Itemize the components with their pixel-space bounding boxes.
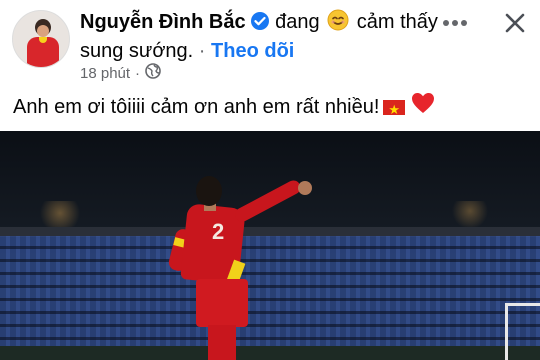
player-head bbox=[196, 176, 222, 206]
post-body: Anh em ơi tôiiii cảm ơn anh em rất nhiều… bbox=[13, 92, 435, 125]
follow-button[interactable]: Theo dõi bbox=[211, 40, 294, 62]
celebrating-player: 2 bbox=[160, 171, 320, 360]
player-leg bbox=[208, 325, 236, 360]
post-photo[interactable]: 2 bbox=[0, 131, 540, 360]
post-timestamp[interactable]: 18 phút bbox=[80, 65, 130, 82]
jersey-number: 2 bbox=[212, 219, 225, 244]
globe-icon[interactable] bbox=[145, 63, 161, 83]
player-shorts bbox=[196, 279, 248, 327]
goal-post bbox=[505, 303, 540, 360]
player-raised-arm bbox=[232, 178, 303, 225]
verified-badge-icon bbox=[250, 11, 270, 38]
post-body-text: Anh em ơi tôiiii cảm ơn anh em rất nhiều… bbox=[13, 96, 380, 118]
header-separator: · bbox=[198, 40, 206, 62]
red-heart-icon bbox=[411, 92, 435, 122]
close-icon[interactable] bbox=[498, 6, 532, 40]
post-meta: 18 phút · bbox=[80, 63, 161, 83]
feeling-prefix: đang bbox=[275, 11, 320, 33]
post-header-text: Nguyễn Đình Bắc đang cảm thấy sung sướng… bbox=[80, 9, 440, 64]
vietnam-flag-icon bbox=[383, 97, 406, 125]
smiling-face-icon bbox=[327, 9, 349, 38]
post-header: Nguyễn Đình Bắc đang cảm thấy sung sướng… bbox=[0, 0, 540, 90]
author-avatar[interactable] bbox=[12, 10, 70, 68]
more-options-icon[interactable] bbox=[437, 8, 473, 38]
player-fist bbox=[298, 181, 312, 195]
meta-separator: · bbox=[135, 64, 141, 82]
author-name[interactable]: Nguyễn Đình Bắc bbox=[80, 11, 246, 33]
avatar-face bbox=[37, 25, 49, 37]
